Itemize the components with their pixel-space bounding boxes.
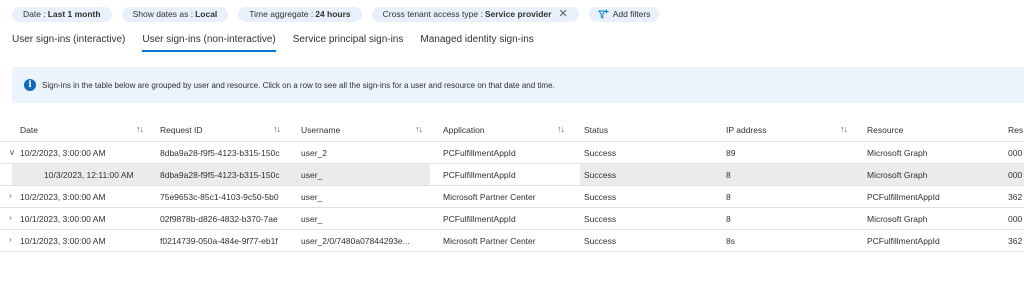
cell-resource-id: 000 xyxy=(1008,214,1023,224)
add-filters-label: Add filters xyxy=(612,8,651,19)
cell-resource: Microsoft Graph xyxy=(867,148,928,158)
tab-user-sign-ins-interactive[interactable]: User sign-ins (interactive) xyxy=(12,34,125,48)
tab-bar: User sign-ins (interactive) User sign-in… xyxy=(12,34,551,52)
show-dates-value: Local xyxy=(195,8,218,19)
info-banner: i Sign-ins in the table below are groupe… xyxy=(12,67,1024,103)
table-row-selected[interactable]: 10/3/2023, 12:11:00 AM 8dba9a28-f9f5-412… xyxy=(0,164,1024,186)
cell-resource-id: 000 xyxy=(1008,170,1023,180)
cell-username: user_ xyxy=(301,170,323,180)
cell-date: 10/2/2023, 3:00:00 AM xyxy=(20,192,106,202)
column-header-request-id[interactable]: Request ID xyxy=(160,125,203,135)
cell-resource: Microsoft Graph xyxy=(867,170,928,180)
column-header-status[interactable]: Status xyxy=(584,125,608,135)
cell-date: 10/1/2023, 3:00:00 AM xyxy=(20,236,106,246)
sort-icon[interactable]: ↑↓ xyxy=(136,124,144,134)
chevron-right-icon[interactable]: › xyxy=(9,190,12,200)
date-filter-pill[interactable]: Date : Last 1 month xyxy=(12,6,112,22)
cell-application: Microsoft Partner Center xyxy=(443,192,536,202)
cell-ip-address: 8 xyxy=(726,214,731,224)
tab-service-principal-sign-ins[interactable]: Service principal sign-ins xyxy=(293,34,404,48)
cell-request-id: f0214739-050a-484e-9f77-eb1f xyxy=(160,236,278,246)
sort-icon[interactable]: ↑↓ xyxy=(415,124,423,134)
info-icon: i xyxy=(24,79,36,91)
table-header: Date ↑↓ Request ID ↑↓ Username ↑↓ Applic… xyxy=(0,119,1024,142)
column-header-date[interactable]: Date xyxy=(20,125,38,135)
chevron-right-icon[interactable]: › xyxy=(9,234,12,244)
table-row[interactable]: ∨ 10/2/2023, 3:00:00 AM 8dba9a28-f9f5-41… xyxy=(0,142,1024,164)
cell-resource-id: 362 xyxy=(1008,192,1023,202)
cell-ip-address: 8 xyxy=(726,170,731,180)
cell-ip-address: 8s xyxy=(726,236,735,246)
column-header-resource[interactable]: Resource xyxy=(867,125,903,135)
row-highlight xyxy=(580,164,1024,185)
cell-resource-id: 000 xyxy=(1008,148,1023,158)
cell-request-id: 8dba9a28-f9f5-4123-b315-150с xyxy=(160,148,280,158)
time-aggregate-filter-pill[interactable]: Time aggregate : 24 hours xyxy=(238,6,362,22)
sort-icon[interactable]: ↑↓ xyxy=(840,124,848,134)
cell-application: Microsoft Partner Center xyxy=(443,236,536,246)
table-row[interactable]: › 10/2/2023, 3:00:00 AM 75e9653c-85c1-41… xyxy=(0,186,1024,208)
cross-tenant-filter-pill[interactable]: Cross tenant access type : Service provi… xyxy=(371,6,579,22)
cell-application: PCFulfillmentAppId xyxy=(443,214,516,224)
show-dates-filter-pill[interactable]: Show dates as : Local xyxy=(121,6,229,22)
cell-status: Success xyxy=(584,170,617,180)
column-header-resource-id[interactable]: Res xyxy=(1008,125,1023,135)
close-icon[interactable]: ✕ xyxy=(558,7,567,22)
cell-ip-address: 8 xyxy=(726,192,731,202)
cell-date: 10/2/2023, 3:00:00 AM xyxy=(20,148,106,158)
cross-tenant-value: Service provider xyxy=(484,8,552,19)
filter-bar: Date : Last 1 month Show dates as : Loca… xyxy=(12,6,669,22)
cell-status: Success xyxy=(584,214,617,224)
cell-application: PCFulfillmentAppId xyxy=(443,148,516,158)
sign-ins-table: Date ↑↓ Request ID ↑↓ Username ↑↓ Applic… xyxy=(0,119,1024,252)
info-banner-message: Sign-ins in the table below are grouped … xyxy=(42,80,555,90)
cell-resource: PCFulfillmentAppId xyxy=(867,192,940,202)
chevron-right-icon[interactable]: › xyxy=(9,212,12,222)
cell-resource-id: 362 xyxy=(1008,236,1023,246)
cell-date: 10/1/2023, 3:00:00 AM xyxy=(20,214,106,224)
cell-date: 10/3/2023, 12:11:00 AM xyxy=(44,170,134,180)
cell-status: Success xyxy=(584,192,617,202)
time-aggregate-label: Time aggregate : xyxy=(249,8,314,19)
filter-add-icon xyxy=(597,9,609,19)
cell-request-id: 75e9653c-85c1-4103-9c50-5b0 xyxy=(160,192,279,202)
cell-application: PCFulfillmentAppId xyxy=(443,170,516,180)
date-filter-label: Date : xyxy=(23,8,46,19)
table-row[interactable]: › 10/1/2023, 3:00:00 AM f0214739-050a-48… xyxy=(0,230,1024,252)
cell-status: Success xyxy=(584,236,617,246)
date-filter-value: Last 1 month xyxy=(47,8,101,19)
cell-username: user_2 xyxy=(301,148,327,158)
cell-username: user_ xyxy=(301,192,323,202)
sort-icon[interactable]: ↑↓ xyxy=(273,124,281,134)
sort-icon[interactable]: ↑↓ xyxy=(557,124,565,134)
cross-tenant-label: Cross tenant access type : xyxy=(382,8,483,19)
column-header-username[interactable]: Username xyxy=(301,125,340,135)
cell-status: Success xyxy=(584,148,617,158)
cell-username: user_ xyxy=(301,214,323,224)
cell-resource: PCFulfillmentAppId xyxy=(867,236,940,246)
cell-username: user_2/0/7480a07844293e... xyxy=(301,236,410,246)
cell-resource: Microsoft Graph xyxy=(867,214,928,224)
add-filters-button[interactable]: Add filters xyxy=(588,6,660,22)
table-row[interactable]: › 10/1/2023, 3:00:00 AM 02f9878b-d826-48… xyxy=(0,208,1024,230)
time-aggregate-value: 24 hours xyxy=(315,8,351,19)
show-dates-label: Show dates as : xyxy=(132,8,194,19)
cell-request-id: 02f9878b-d826-4832-b370-7ae xyxy=(160,214,278,224)
cell-ip-address: 89 xyxy=(726,148,736,158)
chevron-down-icon[interactable]: ∨ xyxy=(9,147,15,158)
tab-user-sign-ins-non-interactive[interactable]: User sign-ins (non-interactive) xyxy=(142,34,277,52)
column-header-ip-address[interactable]: IP address xyxy=(726,125,766,135)
tab-managed-identity-sign-ins[interactable]: Managed identity sign-ins xyxy=(420,34,533,48)
cell-request-id: 8dba9a28-f9f5-4123-b315-150с xyxy=(160,170,280,180)
column-header-application[interactable]: Application xyxy=(443,125,485,135)
